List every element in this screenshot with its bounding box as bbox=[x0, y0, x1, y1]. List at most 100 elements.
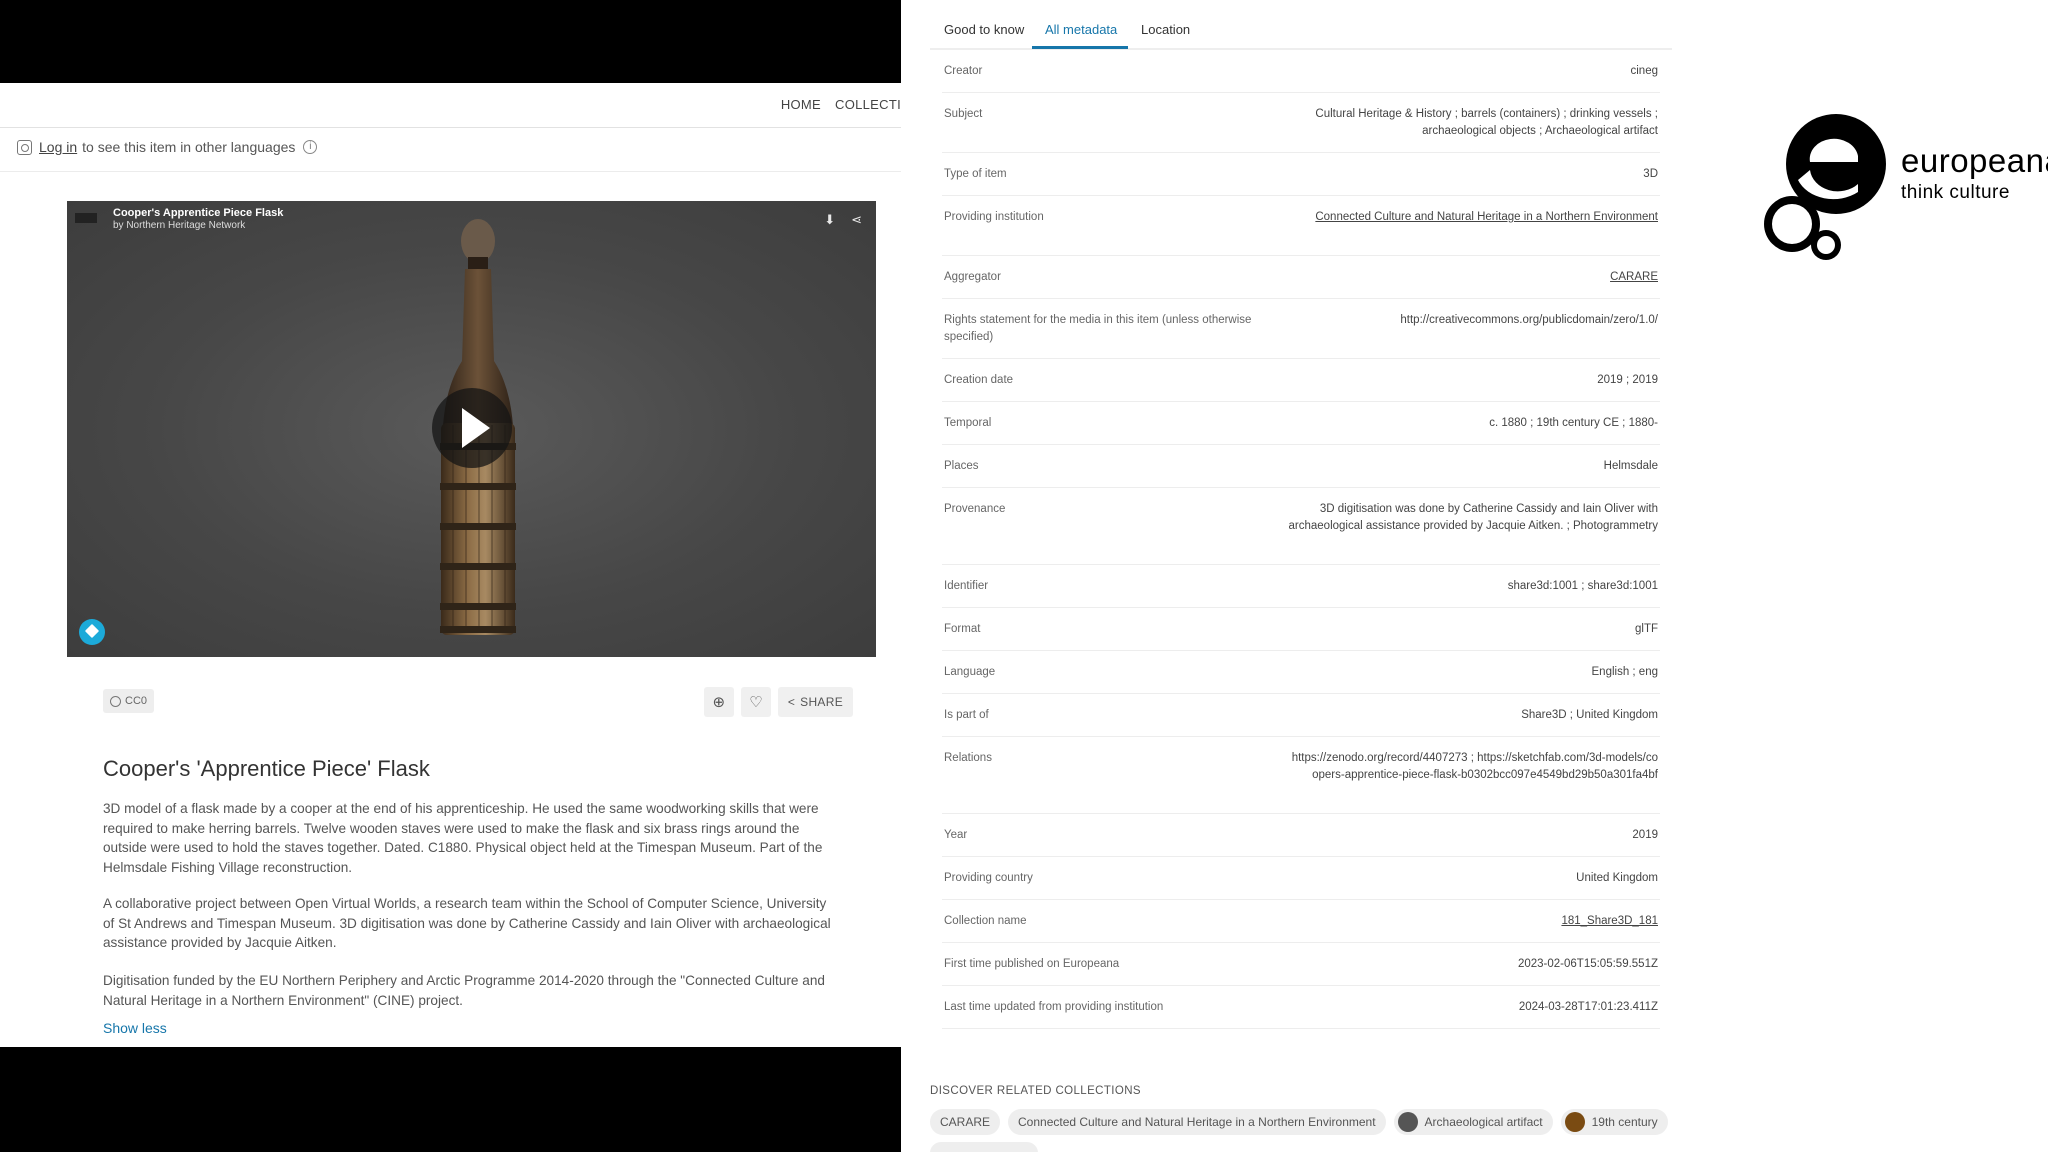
share-icon: < bbox=[787, 695, 796, 709]
viewer-logo bbox=[75, 213, 97, 223]
metadata-value-link[interactable]: Connected Culture and Natural Heritage i… bbox=[1288, 209, 1658, 226]
metadata-value-link[interactable]: CARARE bbox=[1288, 269, 1658, 286]
metadata-value: share3d:1001 ; share3d:1001 bbox=[1507, 580, 1658, 592]
info-icon[interactable]: i bbox=[303, 140, 318, 154]
metadata-value-link[interactable]: 181_Share3D_181 bbox=[1288, 913, 1658, 930]
metadata-label: Creation date bbox=[944, 374, 1014, 386]
nav-divider bbox=[0, 127, 901, 128]
metadata-value: Share3D ; United Kingdom bbox=[1521, 709, 1658, 721]
metadata-row: Aggregator CARARE bbox=[942, 256, 1660, 299]
metadata-panel: Good to know All metadata Location Creat… bbox=[930, 0, 1672, 1152]
metadata-value: 2019 ; 2019 bbox=[1597, 374, 1658, 386]
language-bar: Log in to see this item in other languag… bbox=[17, 139, 318, 155]
metadata-label: Aggregator bbox=[944, 271, 1001, 283]
metadata-label: Provenance bbox=[944, 503, 1006, 515]
metadata-label: Format bbox=[944, 623, 981, 635]
related-chip[interactable]: 19th century bbox=[1560, 1109, 1668, 1135]
chip-label: Connected Culture and Natural Heritage i… bbox=[1018, 1115, 1376, 1129]
show-less-link[interactable]: Show less bbox=[103, 1020, 167, 1036]
metadata-value: Helmsdale bbox=[1603, 460, 1658, 472]
metadata-label: Rights statement for the media in this i… bbox=[944, 314, 1252, 343]
metadata-row: Creator cineg bbox=[942, 50, 1660, 93]
metadata-row: Relations https://zenodo.org/record/44072… bbox=[942, 737, 1660, 814]
metadata-row: Creation date 2019 ; 2019 bbox=[942, 359, 1660, 402]
active-tab-indicator bbox=[1032, 46, 1128, 49]
chip-thumbnail bbox=[1397, 1112, 1418, 1132]
3d-viewer[interactable]: Cooper's Apprentice Piece Flask by North… bbox=[67, 201, 876, 657]
play-icon[interactable] bbox=[432, 388, 512, 468]
add-to-gallery-button[interactable]: ⊕ bbox=[703, 687, 734, 717]
chip-label: Archaeological artifact bbox=[1424, 1115, 1543, 1129]
download-icon[interactable]: ⬇ bbox=[824, 213, 835, 227]
metadata-row: Format glTF bbox=[942, 608, 1660, 651]
metadata-value: United Kingdom bbox=[1576, 872, 1658, 884]
related-collections-heading: DISCOVER RELATED COLLECTIONS bbox=[930, 1085, 1142, 1097]
chip-thumbnail bbox=[1564, 1112, 1585, 1132]
logo-wordmark: europeana bbox=[1901, 142, 2048, 179]
viewer-header: Cooper's Apprentice Piece Flask by North… bbox=[75, 207, 283, 232]
share-icon[interactable]: ⋖ bbox=[851, 213, 862, 227]
tab-good-to-know[interactable]: Good to know bbox=[944, 22, 1024, 37]
related-collections: CARARE Connected Culture and Natural Her… bbox=[930, 1109, 1668, 1135]
metadata-label: Is part of bbox=[944, 709, 989, 721]
metadata-value: cineg bbox=[1630, 65, 1659, 77]
metadata-row: Is part of Share3D ; United Kingdom bbox=[942, 694, 1660, 737]
item-description-3: Digitisation funded by the EU Northern P… bbox=[103, 973, 825, 1008]
metadata-value: c. 1880 ; 19th century CE ; 1880- bbox=[1489, 417, 1658, 429]
metadata-value: 3D digitisation was done by Catherine Ca… bbox=[1288, 503, 1658, 532]
metadata-label: Last time updated from providing institu… bbox=[944, 1001, 1164, 1013]
top-nav: HOME COLLECTI bbox=[767, 97, 901, 112]
item-title: Cooper's 'Apprentice Piece' Flask bbox=[103, 756, 430, 781]
metadata-label: First time published on Europeana bbox=[944, 958, 1120, 970]
tab-all-metadata[interactable]: All metadata bbox=[1045, 22, 1117, 37]
metadata-label: Providing country bbox=[944, 872, 1033, 884]
viewer-tools: ⬇ ⋖ bbox=[824, 213, 862, 227]
metadata-row: Type of item 3D bbox=[942, 153, 1660, 196]
metadata-label: Temporal bbox=[944, 417, 992, 429]
language-divider bbox=[0, 171, 901, 172]
metadata-value: Cultural Heritage & History ; barrels (c… bbox=[1315, 108, 1658, 137]
europeana-logo-mark bbox=[1764, 114, 1886, 260]
metadata-value: http://creativecommons.org/publicdomain/… bbox=[1400, 314, 1658, 326]
metadata-row: Subject Cultural Heritage & History ; bar… bbox=[942, 93, 1660, 153]
add-circle-icon: ⊕ bbox=[712, 694, 726, 711]
related-chip[interactable]: CARARE bbox=[930, 1109, 1001, 1135]
metadata-row: Language English ; eng bbox=[942, 651, 1660, 694]
sketchfab-icon[interactable] bbox=[79, 619, 105, 645]
metadata-row: Collection name 181_Share3D_181 bbox=[942, 900, 1660, 943]
related-chip[interactable]: Connected Culture and Natural Heritage i… bbox=[1008, 1109, 1386, 1135]
item-page: HOME COLLECTI Log in to see this item in … bbox=[0, 83, 901, 1047]
related-chip[interactable] bbox=[930, 1142, 1038, 1152]
item-page-panel: HOME COLLECTI Log in to see this item in … bbox=[0, 0, 901, 1152]
share-button[interactable]: < SHARE bbox=[777, 687, 853, 717]
viewer-byline[interactable]: by Northern Heritage Network bbox=[113, 220, 283, 232]
related-chip[interactable]: Archaeological artifact bbox=[1393, 1109, 1553, 1135]
metadata-value: https://zenodo.org/record/4407273 ; http… bbox=[1291, 752, 1658, 781]
metadata-value: 2019 bbox=[1632, 829, 1658, 841]
like-button[interactable]: ♡ bbox=[740, 687, 771, 717]
cc-icon bbox=[110, 695, 121, 707]
metadata-list: Creator cineg Subject Cultural Heritage & … bbox=[942, 50, 1660, 1029]
item-description-1: 3D model of a flask made by a cooper at … bbox=[103, 801, 823, 875]
metadata-label: Collection name bbox=[944, 915, 1027, 927]
share-label: SHARE bbox=[800, 695, 843, 709]
chip-label: CARARE bbox=[940, 1115, 991, 1129]
viewer-title[interactable]: Cooper's Apprentice Piece Flask bbox=[113, 207, 283, 220]
tab-location[interactable]: Location bbox=[1141, 22, 1190, 37]
nav-home[interactable]: HOME bbox=[781, 97, 821, 112]
login-link[interactable]: Log in bbox=[39, 139, 77, 155]
rights-badge[interactable]: CC0 bbox=[103, 689, 155, 713]
metadata-label: Relations bbox=[944, 752, 992, 764]
item-description-2: A collaborative project between Open Vir… bbox=[103, 896, 831, 950]
europeana-logo: europeana think culture bbox=[1760, 100, 2048, 270]
metadata-label: Language bbox=[944, 666, 996, 678]
metadata-row: Provenance 3D digitisation was done by Ca… bbox=[942, 488, 1660, 565]
metadata-row: Rights statement for the media in this i… bbox=[942, 299, 1660, 359]
metadata-label: Type of item bbox=[944, 168, 1007, 180]
metadata-value: glTF bbox=[1635, 623, 1658, 635]
rights-label: CC0 bbox=[125, 695, 148, 707]
metadata-row: Year 2019 bbox=[942, 814, 1660, 857]
metadata-value: 3D bbox=[1643, 168, 1658, 180]
metadata-row: Identifier share3d:1001 ; share3d:1001 bbox=[942, 565, 1660, 608]
nav-collections[interactable]: COLLECTI bbox=[835, 97, 901, 112]
